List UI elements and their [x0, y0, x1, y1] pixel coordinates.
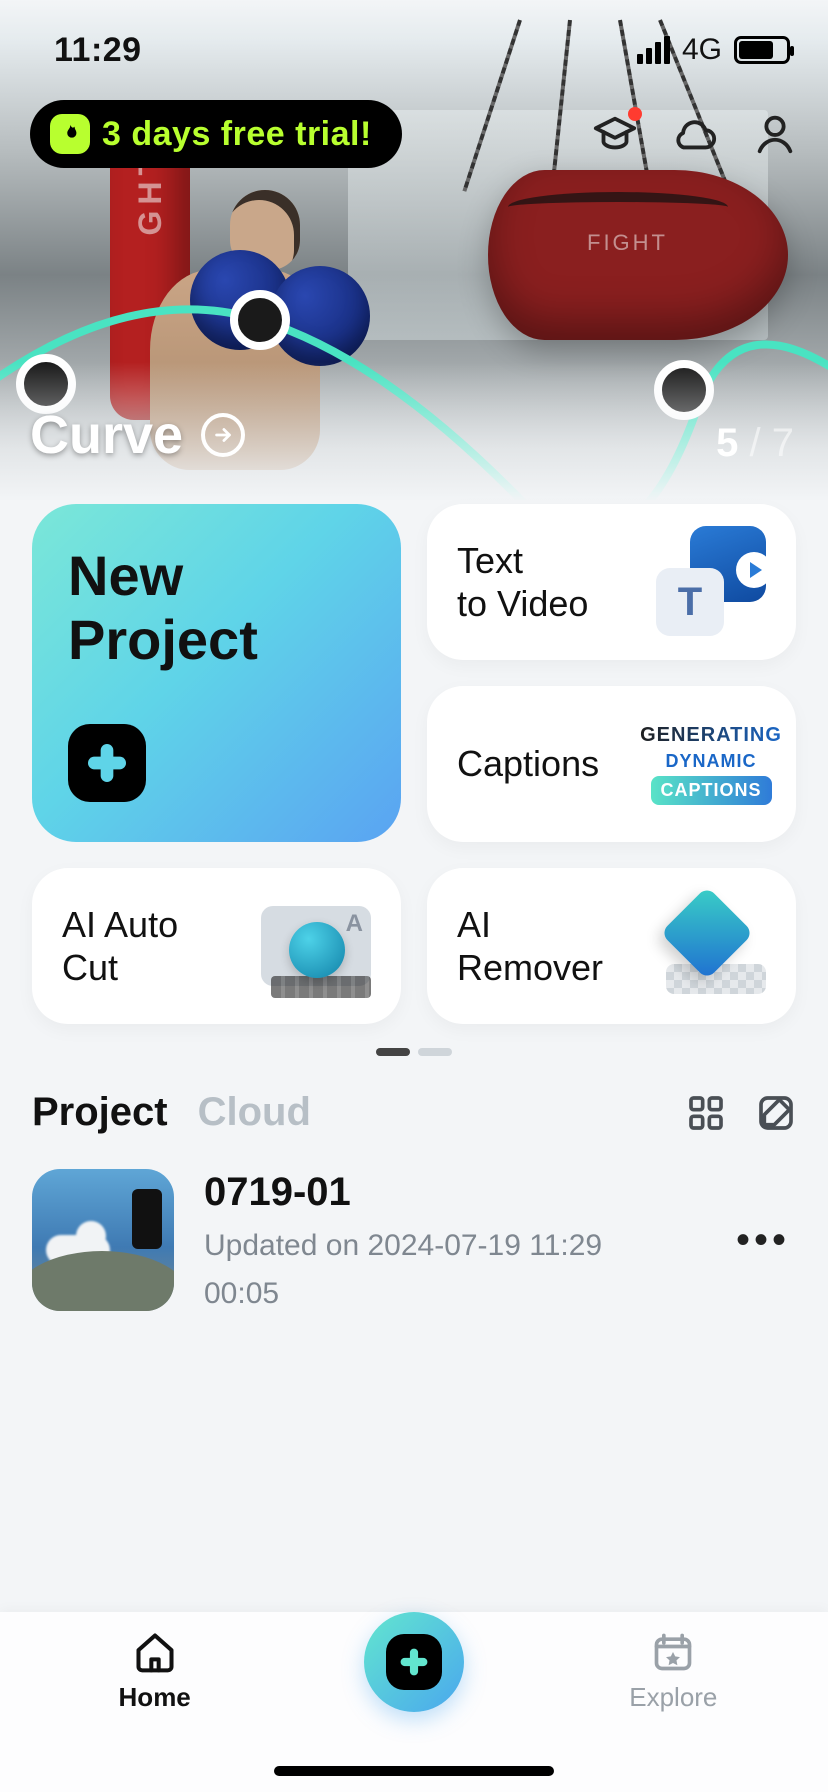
fire-icon: [50, 114, 90, 154]
bottom-nav: Home Explore: [0, 1612, 828, 1792]
grid-icon: [686, 1093, 726, 1133]
nav-home-label: Home: [119, 1682, 191, 1713]
signal-icon: [637, 36, 670, 64]
feature-counter-total: 7: [772, 421, 794, 465]
project-thumbnail: [32, 1169, 174, 1311]
text-to-video-button[interactable]: Text to Video T: [427, 504, 796, 660]
page-indicator: [32, 1048, 796, 1056]
captions-label: Captions: [457, 742, 599, 785]
home-indicator[interactable]: [274, 1766, 554, 1776]
ai-remover-button[interactable]: AI Remover: [427, 868, 796, 1024]
ai-remover-thumb-icon: [656, 898, 766, 994]
edit-icon: [756, 1093, 796, 1133]
project-updated: Updated on 2024-07-19 11:29: [204, 1229, 700, 1263]
ai-auto-cut-label: AI Auto Cut: [62, 903, 178, 989]
layout-grid-button[interactable]: [686, 1093, 726, 1133]
nav-home[interactable]: Home: [55, 1630, 255, 1713]
edit-button[interactable]: [756, 1093, 796, 1133]
text-to-video-thumb-icon: T: [656, 534, 766, 630]
status-time: 11:29: [54, 31, 142, 70]
text-to-video-label: Text to Video: [457, 539, 588, 625]
feature-counter: 5 / 7: [716, 421, 794, 466]
explore-icon: [651, 1630, 695, 1674]
plus-icon: [386, 1634, 442, 1690]
notification-dot-icon: [628, 107, 642, 121]
network-label: 4G: [682, 33, 722, 67]
status-bar: 11:29 4G: [0, 0, 828, 90]
nav-explore-label: Explore: [629, 1682, 717, 1713]
ai-auto-cut-thumb-icon: [261, 898, 371, 994]
punching-bag-label: FIGHT: [587, 230, 668, 256]
cloud-icon: [672, 111, 718, 157]
profile-icon: [752, 111, 798, 157]
project-title: 0719-01: [204, 1170, 700, 1215]
nav-create-button[interactable]: [364, 1612, 464, 1712]
ai-remover-label: AI Remover: [457, 903, 603, 989]
ai-auto-cut-button[interactable]: AI Auto Cut: [32, 868, 401, 1024]
arrow-right-icon[interactable]: [201, 413, 245, 457]
home-icon: [133, 1630, 177, 1674]
new-project-button[interactable]: New Project: [32, 504, 401, 842]
free-trial-button[interactable]: 3 days free trial!: [30, 100, 402, 168]
captions-button[interactable]: Captions GENERATING DYNAMIC CAPTIONS: [427, 686, 796, 842]
project-more-button[interactable]: •••: [730, 1218, 796, 1263]
project-duration: 00:05: [204, 1277, 700, 1311]
captions-thumb-icon: GENERATING DYNAMIC CAPTIONS: [656, 716, 766, 812]
tutorial-button[interactable]: [592, 111, 638, 157]
new-project-label: New Project: [68, 544, 365, 673]
battery-icon: [734, 36, 790, 64]
feature-counter-current: 5: [716, 421, 738, 465]
free-trial-label: 3 days free trial!: [102, 115, 372, 154]
tab-project[interactable]: Project: [32, 1090, 168, 1135]
feature-title: Curve: [30, 404, 183, 466]
plus-icon: [68, 724, 146, 802]
tab-cloud[interactable]: Cloud: [198, 1090, 311, 1135]
project-item[interactable]: 0719-01 Updated on 2024-07-19 11:29 00:0…: [32, 1169, 796, 1311]
cloud-button[interactable]: [672, 111, 718, 157]
nav-explore[interactable]: Explore: [573, 1630, 773, 1713]
profile-button[interactable]: [752, 111, 798, 157]
